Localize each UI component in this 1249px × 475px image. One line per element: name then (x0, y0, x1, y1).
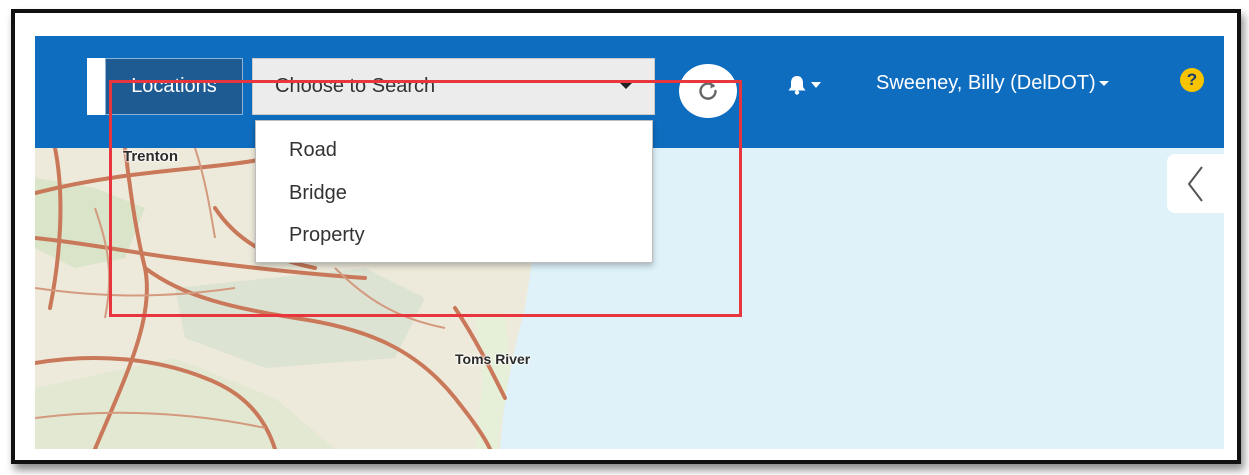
highlight-annotation-box (109, 80, 742, 317)
user-name-label: Sweeney, Billy (DelDOT) (876, 72, 1096, 94)
user-menu[interactable]: Sweeney, Billy (DelDOT) (876, 72, 1109, 95)
chevron-left-icon (1187, 165, 1203, 202)
collapse-panel-button[interactable] (1167, 154, 1224, 213)
notifications-button[interactable] (787, 74, 825, 100)
map-label-toms-river: Toms River (455, 351, 531, 367)
help-button[interactable]: ? (1180, 68, 1204, 92)
app-window: Trenton Toms River Locations Choose to S… (35, 36, 1224, 449)
caret-down-icon (1098, 81, 1109, 87)
bell-icon (788, 76, 821, 95)
locations-tab-indicator (87, 58, 105, 115)
help-icon: ? (1186, 70, 1198, 89)
